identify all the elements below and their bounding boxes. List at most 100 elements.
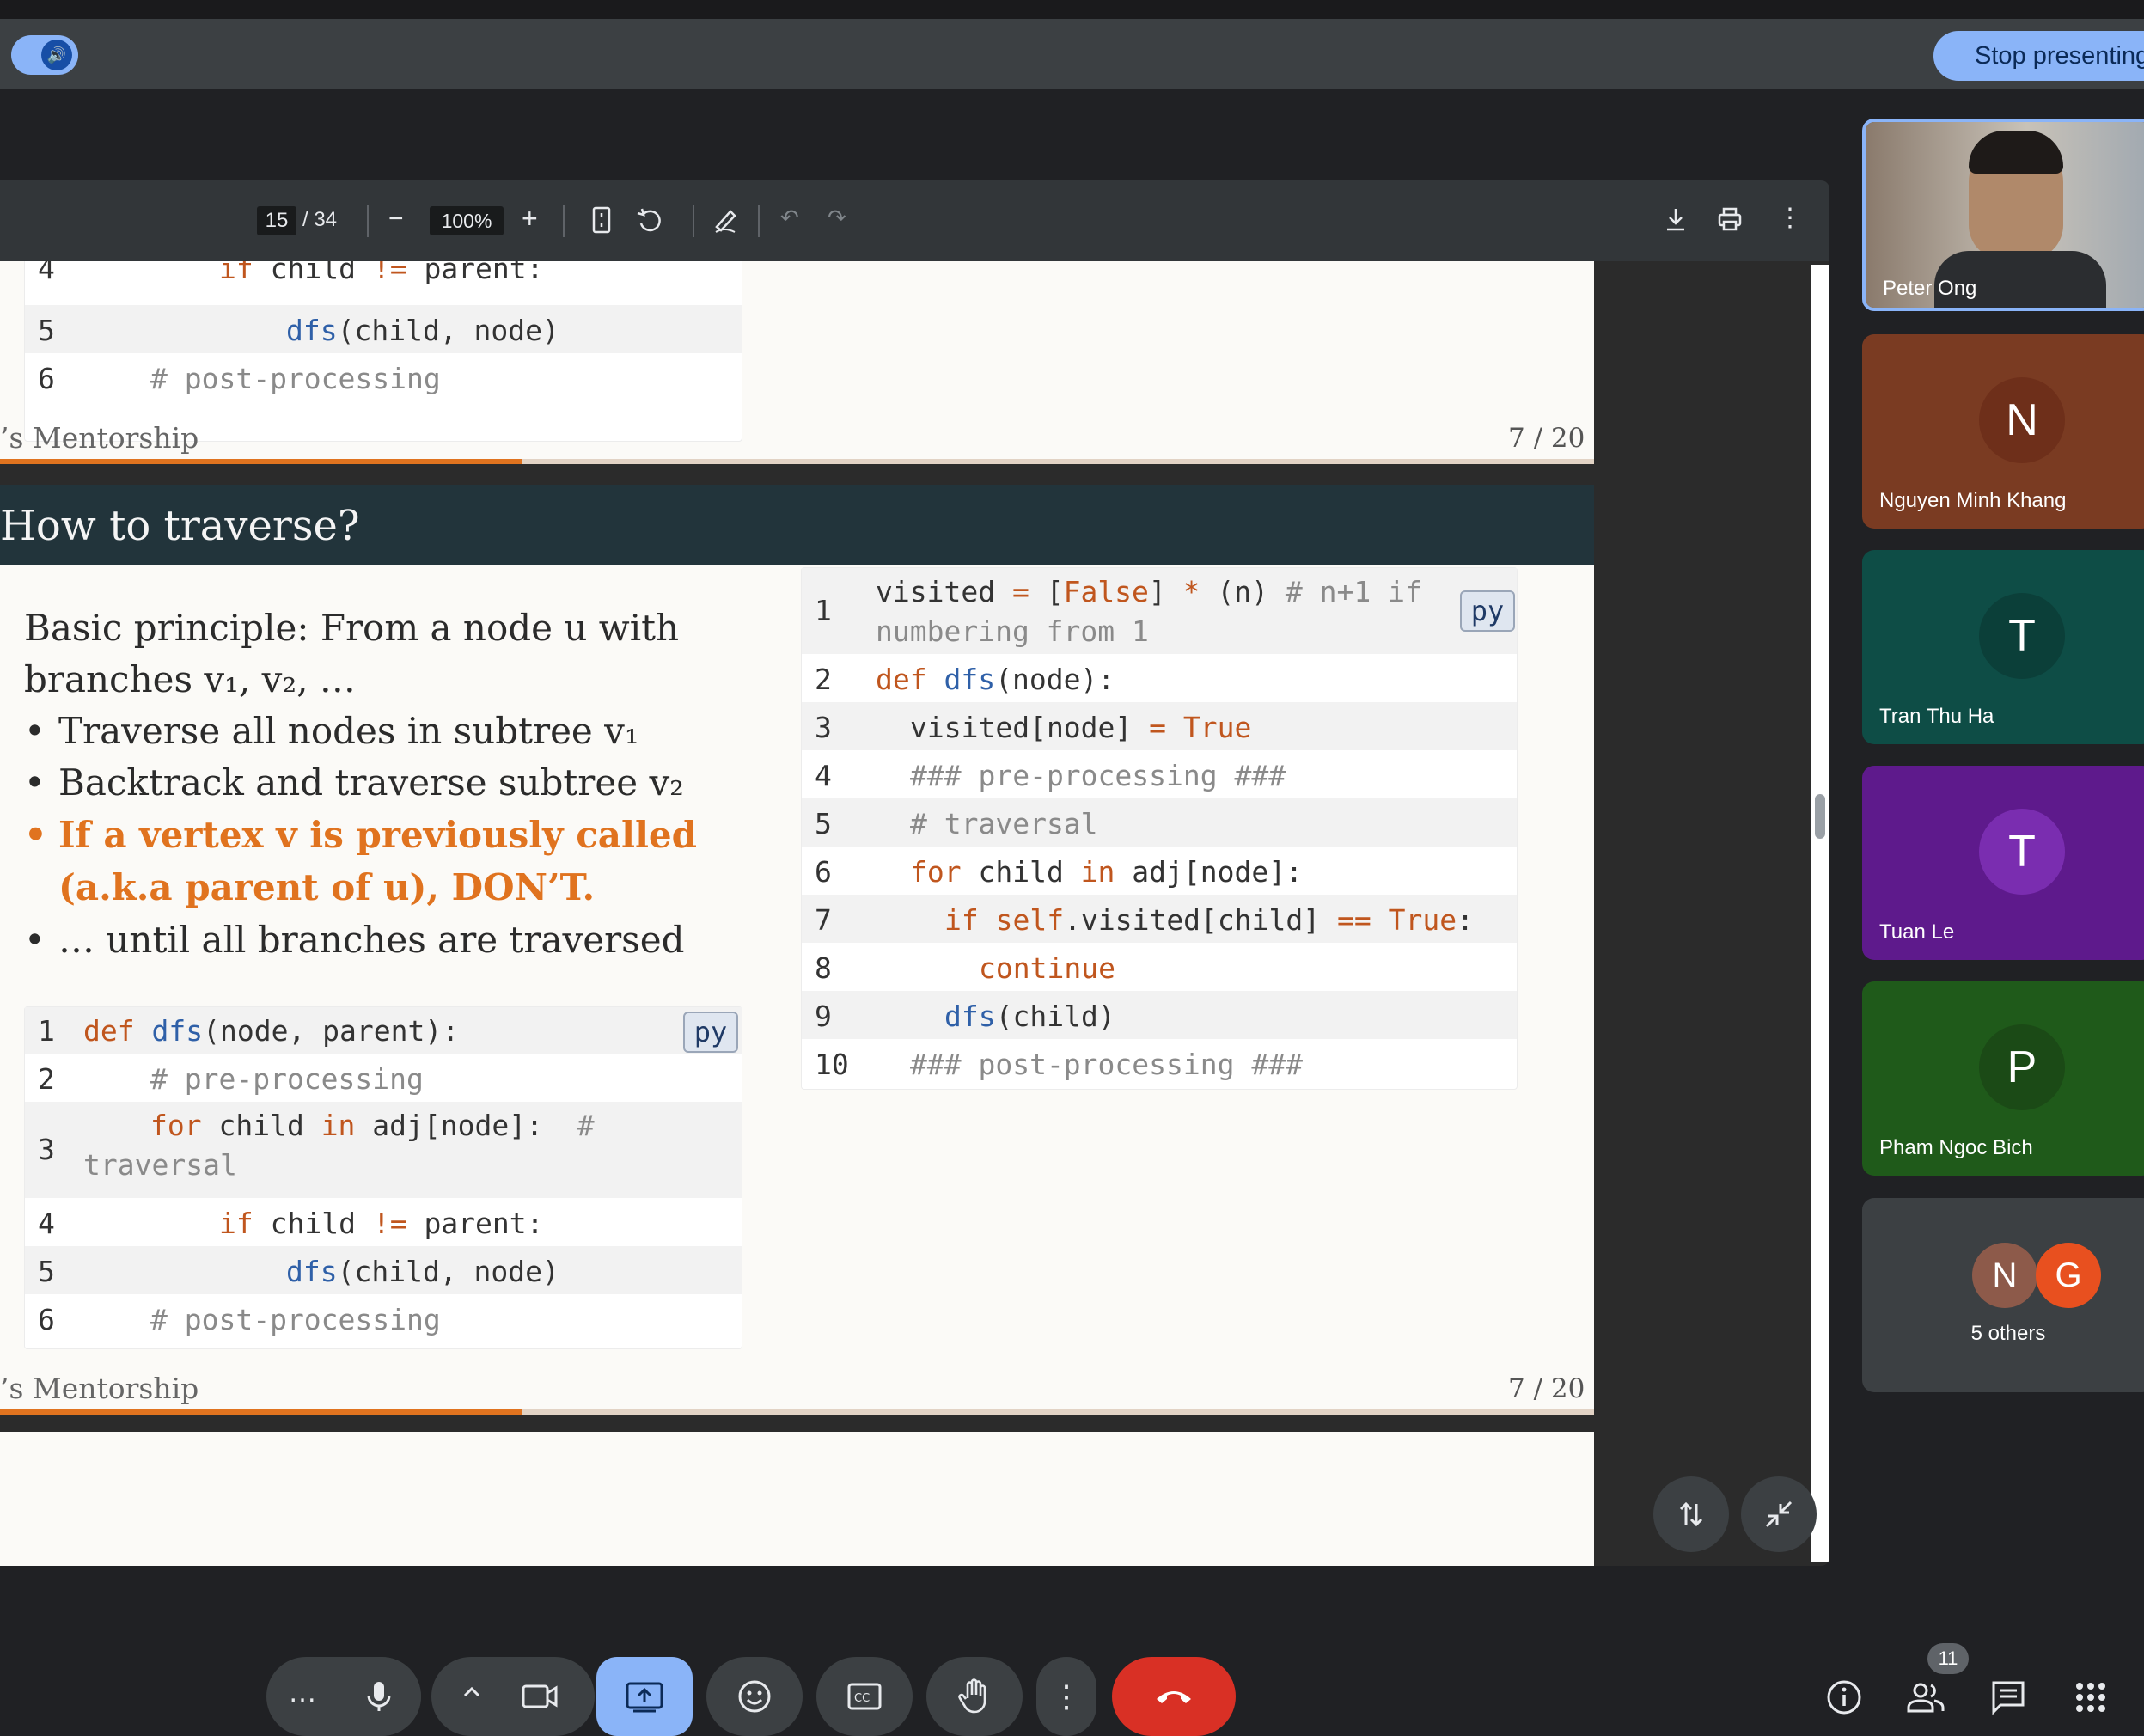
info-icon bbox=[1827, 1680, 1861, 1715]
code-row: 2 # pre-processing bbox=[25, 1054, 742, 1102]
people-count-badge: 11 bbox=[1927, 1643, 1969, 1674]
code-row: 9 dfs(child) bbox=[802, 991, 1517, 1039]
camera-group bbox=[431, 1657, 595, 1736]
code-row: 1 visited = [False] * (n) # n+1 if numbe… bbox=[802, 568, 1517, 654]
line-number: 2 bbox=[815, 663, 832, 696]
participant-tile[interactable]: T Tuan Le bbox=[1862, 766, 2144, 960]
more-vert-icon: ⋮ bbox=[1051, 1678, 1082, 1714]
line-number: 6 bbox=[38, 362, 55, 395]
chat-button[interactable] bbox=[1987, 1676, 2030, 1719]
end-call-button[interactable] bbox=[1112, 1657, 1236, 1736]
zoom-value: 100% bbox=[441, 209, 492, 232]
page-current: 15 bbox=[265, 209, 289, 232]
line-number: 8 bbox=[815, 951, 832, 985]
download-icon[interactable] bbox=[1665, 206, 1687, 238]
camera-options-icon[interactable] bbox=[459, 1679, 485, 1709]
more-options-button[interactable]: ⋮ bbox=[1036, 1657, 1096, 1736]
pdf-toolbar: 15 / 34 − 100% + ↶ ↷ ⋮ bbox=[0, 180, 1829, 261]
present-button[interactable] bbox=[596, 1657, 693, 1736]
code-line: if child != parent: bbox=[219, 1207, 544, 1240]
pdf-page-previous: 4 if child != parent: 5 dfs(child, node)… bbox=[0, 261, 1594, 464]
redo-icon[interactable]: ↷ bbox=[828, 205, 846, 231]
code-row: 5 dfs(child, node) bbox=[25, 305, 742, 353]
code-row: 3 for child in adj[node]: # traversal bbox=[25, 1102, 742, 1198]
activities-button[interactable] bbox=[2069, 1676, 2112, 1719]
zoom-in-icon[interactable]: + bbox=[522, 203, 538, 235]
slide-page-number: 7 / 20 bbox=[1508, 423, 1585, 454]
participant-avatar: T bbox=[1979, 593, 2065, 679]
pdf-page-next bbox=[0, 1432, 1594, 1566]
participant-avatar: T bbox=[1979, 809, 2065, 895]
page-total: / 34 bbox=[302, 208, 338, 231]
microphone-icon bbox=[367, 1682, 391, 1711]
participant-tile[interactable]: T Tran Thu Ha bbox=[1862, 550, 2144, 744]
code-line: def dfs(node, parent): bbox=[83, 1014, 460, 1048]
camera-icon[interactable] bbox=[521, 1679, 560, 1718]
zoom-level[interactable]: 100% bbox=[430, 206, 504, 235]
stop-presenting-label: Stop presenting bbox=[1975, 41, 2144, 70]
raise-hand-button[interactable] bbox=[926, 1657, 1023, 1736]
participant-tile[interactable]: N Nguyen Minh Khang bbox=[1862, 334, 2144, 529]
undo-icon[interactable]: ↶ bbox=[780, 205, 799, 231]
code-line: visited[node] = True bbox=[910, 711, 1252, 744]
microphone-button[interactable] bbox=[337, 1657, 421, 1736]
participant-name: Tuan Le bbox=[1879, 920, 1955, 944]
more-options-icon[interactable]: ⋮ bbox=[1777, 203, 1803, 233]
code-line: ### pre-processing ### bbox=[910, 759, 1286, 792]
slide-title: How to traverse? bbox=[0, 502, 360, 550]
code-row: 8 continue bbox=[802, 943, 1517, 991]
captions-button[interactable]: CC bbox=[816, 1657, 913, 1736]
bullet-item: Traverse all nodes in subtree v₁ bbox=[58, 710, 639, 752]
intro-text: Basic principle: From a node u with bbox=[24, 607, 680, 649]
participant-name: Nguyen Minh Khang bbox=[1879, 489, 2067, 512]
slide-footer-left: ’s Mentorship bbox=[0, 421, 199, 455]
zoom-out-icon[interactable]: − bbox=[388, 205, 404, 234]
line-number: 10 bbox=[815, 1048, 849, 1081]
line-number: 5 bbox=[38, 314, 55, 347]
participant-avatar: P bbox=[1979, 1024, 2065, 1110]
language-badge: py bbox=[683, 1012, 738, 1053]
pdf-viewer: 15 / 34 − 100% + ↶ ↷ ⋮ 4 if child != par… bbox=[0, 180, 1829, 1566]
print-icon[interactable] bbox=[1717, 206, 1743, 238]
line-number: 6 bbox=[815, 855, 832, 889]
bullet-item-highlight: (a.k.a parent of u), DON’T. bbox=[58, 866, 596, 908]
speaker-icon: 🔊 bbox=[41, 40, 72, 70]
pdf-page-current: How to traverse? Basic principle: From a… bbox=[0, 485, 1594, 1415]
line-number: 9 bbox=[815, 999, 832, 1033]
scrollbar[interactable] bbox=[1811, 265, 1829, 1562]
bullet-dot: • bbox=[24, 710, 46, 752]
minimize-button[interactable] bbox=[1741, 1476, 1817, 1552]
fit-page-icon[interactable] bbox=[591, 206, 612, 240]
swap-view-button[interactable] bbox=[1653, 1476, 1729, 1552]
reactions-button[interactable] bbox=[706, 1657, 803, 1736]
people-button[interactable] bbox=[1904, 1676, 1947, 1719]
meeting-details-button[interactable] bbox=[1823, 1676, 1866, 1719]
more-actions-icon[interactable]: … bbox=[288, 1676, 317, 1709]
hand-icon bbox=[958, 1678, 986, 1714]
code-row: 6 # post-processing bbox=[25, 353, 742, 401]
line-number: 4 bbox=[815, 759, 832, 792]
participant-name: Tran Thu Ha bbox=[1879, 705, 1994, 728]
participant-name: Peter Ong bbox=[1883, 277, 1977, 300]
page-number-input[interactable]: 15 bbox=[257, 206, 296, 235]
captions-icon: CC bbox=[847, 1683, 882, 1710]
code-line: dfs(child, node) bbox=[286, 1255, 559, 1288]
participant-tile[interactable]: P Pham Ngoc Bich bbox=[1862, 981, 2144, 1176]
others-avatar: N bbox=[1972, 1243, 2037, 1308]
line-number: 5 bbox=[815, 807, 832, 840]
collapse-icon bbox=[1765, 1501, 1793, 1528]
participant-tile-video[interactable]: Peter Ong bbox=[1862, 119, 2144, 311]
code-line: # post-processing bbox=[150, 1303, 441, 1336]
draw-icon[interactable] bbox=[713, 206, 739, 240]
bullet-dot: • bbox=[24, 761, 46, 804]
code-line: continue bbox=[979, 951, 1115, 985]
window-top-strip bbox=[0, 0, 2144, 19]
line-number: 4 bbox=[38, 261, 55, 285]
code-line: dfs(child) bbox=[944, 999, 1115, 1033]
stop-presenting-button[interactable]: Stop presenting bbox=[1933, 31, 2144, 81]
code-row: 4 ### pre-processing ### bbox=[802, 750, 1517, 798]
others-avatar: G bbox=[2036, 1243, 2101, 1308]
scroll-thumb[interactable] bbox=[1815, 794, 1825, 839]
others-tile[interactable]: N G 5 others bbox=[1862, 1198, 2144, 1392]
rotate-icon[interactable] bbox=[636, 206, 665, 240]
